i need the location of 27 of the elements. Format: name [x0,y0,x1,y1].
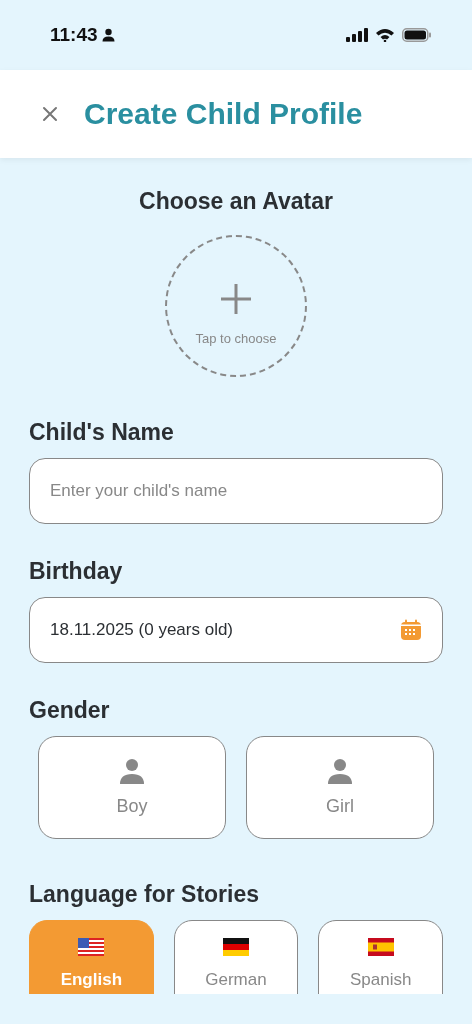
section-heading: Choose an Avatar [139,188,333,215]
plus-icon [220,283,252,315]
flag-icon [78,938,105,956]
wifi-icon [375,28,395,42]
gender-option[interactable]: Boy [38,736,226,839]
calendar-icon [400,619,422,641]
signal-icon [346,28,368,42]
close-icon [42,106,58,122]
status-time: 11:43 [50,24,98,46]
name-input[interactable]: Enter your child's name [29,458,443,524]
field-label: Birthday [29,558,124,585]
date-field[interactable]: 18.11.2025 (0 years old) [29,597,443,663]
language-option[interactable]: English [29,920,154,994]
flag-icon [223,938,249,956]
gender-option[interactable]: Girl [246,736,434,839]
person-icon [101,28,115,42]
language-option[interactable]: Spanish [318,920,443,994]
field-label: Language for Stories [29,881,261,908]
language-option[interactable]: German [173,920,299,994]
page-title: Create Child Profile [84,97,363,131]
field-label: Gender [29,697,111,724]
avatar-picker[interactable]: Tap to choose [165,235,307,377]
person-icon [327,758,353,784]
field-label: Child's Name [29,419,175,446]
battery-icon [402,28,432,42]
person-icon [119,758,145,784]
flag-icon [367,938,394,956]
